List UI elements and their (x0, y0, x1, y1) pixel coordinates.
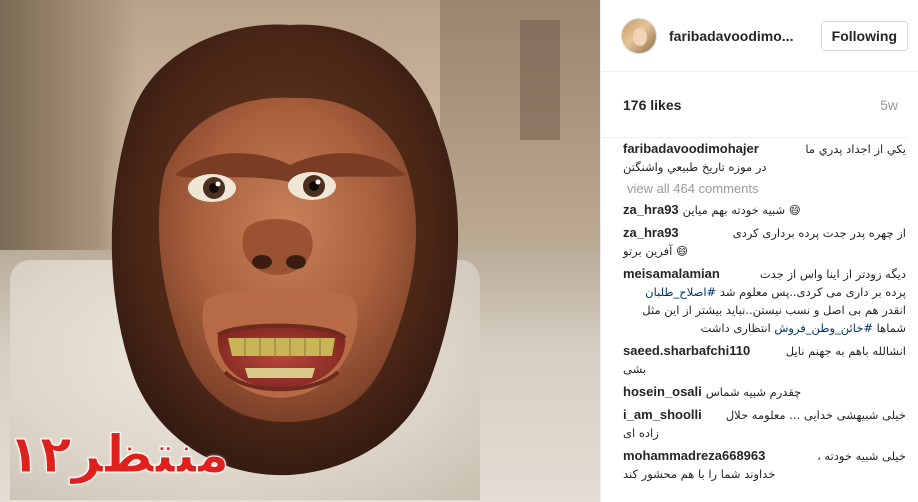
comment-text-line4: شماها #خائن_وطن_فروش انتظاری داشت (700, 321, 906, 335)
post-stats: 176 likes 5w (601, 72, 908, 138)
comment-text: 😄 شبیه خودته بهم میاین (682, 203, 801, 217)
comment-text-line3: انقدر هم بی اصل و نسب نیستن..نباید بیشتر… (642, 303, 906, 317)
comment-text: خیلی شبیهشی خدایی ... معلومه حلال (725, 408, 906, 422)
comment-text-line2: 😄 آفرین برتو (623, 244, 688, 258)
comment-item: meisamalamian دیگه زودتر از اینا واس از … (623, 265, 906, 337)
comment-text: از چهره پدر جدت پرده برداری کردی (732, 226, 906, 240)
caption-text-line1: يكي از اجداد پدري ما (805, 142, 906, 156)
comment-text-line2: پرده بر داری می کردی..پس معلوم شد #اصلاح… (645, 285, 906, 299)
comment-item: mohammadreza668963 خیلی شبیه خودته ، خدا… (623, 447, 906, 483)
caption-username[interactable]: faribadavoodimohajer (623, 140, 759, 158)
likes-count[interactable]: 176 likes (623, 97, 681, 113)
hashtag-link[interactable]: #اصلاح_طلبان (645, 285, 716, 299)
comment-item: i_am_shoolli خیلی شبیهشی خدایی ... معلوم… (623, 406, 906, 442)
comment-text-line2: خداوند شما را با هم محشور کند (623, 467, 776, 481)
comment-item: hosein_osali چقدرم شبیه شماس (623, 383, 906, 401)
comment-item: za_hra93 از چهره پدر جدت پرده برداری کرد… (623, 224, 906, 260)
caption-text-line2: در موزه تاريخ طبيعي واشنگتن (623, 160, 767, 174)
comments-list: faribadavoodimohajer يكي از اجداد پدري م… (601, 138, 918, 483)
view-all-comments-link[interactable]: view all 464 comments (627, 181, 906, 196)
header-username[interactable]: faribadavoodimo... (669, 28, 819, 44)
comment-text-line2: بشی (623, 362, 647, 376)
comment-text-line2: زاده ای (623, 426, 659, 440)
comment-username[interactable]: i_am_shoolli (623, 406, 702, 424)
comment-text: چقدرم شبیه شماس (705, 385, 802, 399)
comment-username[interactable]: za_hra93 (623, 201, 679, 219)
comment-text: دیگه زودتر از اینا واس از جدت (759, 267, 906, 281)
avatar-icon[interactable] (621, 17, 657, 54)
comment-username[interactable]: za_hra93 (623, 224, 679, 242)
post-time[interactable]: 5w (880, 97, 898, 113)
comment-username[interactable]: mohammadreza668963 (623, 447, 765, 465)
comment-item: saeed.sharbafchi110 انشالله باهم به جهنم… (623, 342, 906, 378)
post-side-panel: faribadavoodimo... Following 176 likes 5… (600, 0, 918, 502)
comment-text: انشالله باهم به جهنم نایل (785, 344, 906, 358)
post-photo[interactable]: منتظر۱۲ (0, 0, 600, 502)
following-button[interactable]: Following (820, 20, 908, 51)
caption: faribadavoodimohajer يكي از اجداد پدري م… (623, 140, 906, 176)
comment-username[interactable]: meisamalamian (623, 265, 720, 283)
comment-username[interactable]: saeed.sharbafchi110 (623, 342, 750, 360)
avatar-face-shape (633, 27, 647, 46)
watermark-text: منتظر۱۲ (7, 425, 230, 486)
comment-username[interactable]: hosein_osali (623, 383, 702, 401)
comment-text: خیلی شبیه خودته ، (817, 449, 906, 463)
post-header: faribadavoodimo... Following (601, 0, 918, 72)
comment-item: za_hra93 😄 شبیه خودته بهم میاین (623, 201, 906, 219)
hashtag-link[interactable]: #خائن_وطن_فروش (774, 321, 873, 335)
